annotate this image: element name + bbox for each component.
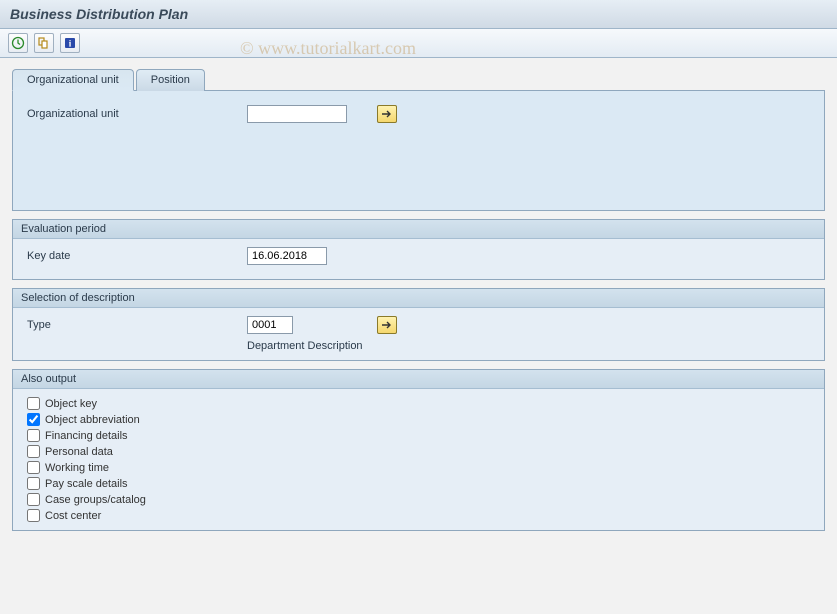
info-button[interactable]: i: [60, 33, 80, 53]
content: Organizational unit Position Organizatio…: [0, 58, 837, 539]
checkbox-row: Object key: [27, 397, 810, 410]
output-checkbox-label: Pay scale details: [45, 478, 128, 490]
group-header-selection: Selection of description: [13, 289, 824, 308]
group-selection-description: Selection of description Type Department…: [12, 288, 825, 361]
checkbox-row: Pay scale details: [27, 477, 810, 490]
type-label: Type: [27, 319, 247, 331]
type-input[interactable]: [247, 316, 293, 334]
key-date-label: Key date: [27, 250, 247, 262]
clock-execute-icon: [11, 36, 25, 50]
org-unit-input[interactable]: [247, 105, 347, 123]
checkbox-row: Case groups/catalog: [27, 493, 810, 506]
group-header-evaluation: Evaluation period: [13, 220, 824, 239]
execute-button[interactable]: [8, 33, 28, 53]
tab-position[interactable]: Position: [136, 69, 205, 91]
checkbox-row: Personal data: [27, 445, 810, 458]
tab-panel-org-unit: Organizational unit: [12, 91, 825, 211]
tab-strip: Organizational unit Position: [12, 68, 825, 91]
output-checkbox[interactable]: [27, 445, 40, 458]
row-org-unit: Organizational unit: [27, 105, 810, 123]
title-bar: Business Distribution Plan: [0, 0, 837, 29]
output-checkbox-label: Financing details: [45, 430, 128, 442]
toolbar: i: [0, 29, 837, 58]
arrow-right-icon: [381, 320, 393, 330]
output-checkbox-label: Object abbreviation: [45, 414, 140, 426]
output-checkbox[interactable]: [27, 461, 40, 474]
checkbox-row: Working time: [27, 461, 810, 474]
org-unit-label: Organizational unit: [27, 108, 247, 120]
checkbox-row: Object abbreviation: [27, 413, 810, 426]
key-date-input[interactable]: [247, 247, 327, 265]
output-checkbox[interactable]: [27, 429, 40, 442]
org-unit-select-button[interactable]: [377, 105, 397, 123]
output-checkbox[interactable]: [27, 493, 40, 506]
arrow-right-icon: [381, 109, 393, 119]
checkbox-row: Financing details: [27, 429, 810, 442]
output-checkbox[interactable]: [27, 397, 40, 410]
output-checkbox-label: Working time: [45, 462, 109, 474]
variant-icon: [37, 36, 51, 50]
output-checkbox-label: Case groups/catalog: [45, 494, 146, 506]
tab-org-unit[interactable]: Organizational unit: [12, 69, 134, 91]
output-checkbox[interactable]: [27, 413, 40, 426]
group-also-output: Also output Object key Object abbreviatio…: [12, 369, 825, 531]
group-header-also-output: Also output: [13, 370, 824, 389]
info-icon: i: [63, 36, 77, 50]
output-checkbox-label: Cost center: [45, 510, 101, 522]
group-evaluation-period: Evaluation period Key date: [12, 219, 825, 280]
checkbox-row: Cost center: [27, 509, 810, 522]
page-title: Business Distribution Plan: [10, 6, 188, 22]
output-checkbox-label: Personal data: [45, 446, 113, 458]
type-select-button[interactable]: [377, 316, 397, 334]
output-checkbox[interactable]: [27, 509, 40, 522]
output-checkbox[interactable]: [27, 477, 40, 490]
get-variant-button[interactable]: [34, 33, 54, 53]
output-checkbox-label: Object key: [45, 398, 97, 410]
checkbox-list: Object key Object abbreviation Financing d…: [27, 397, 810, 522]
type-description: Department Description: [247, 340, 810, 352]
